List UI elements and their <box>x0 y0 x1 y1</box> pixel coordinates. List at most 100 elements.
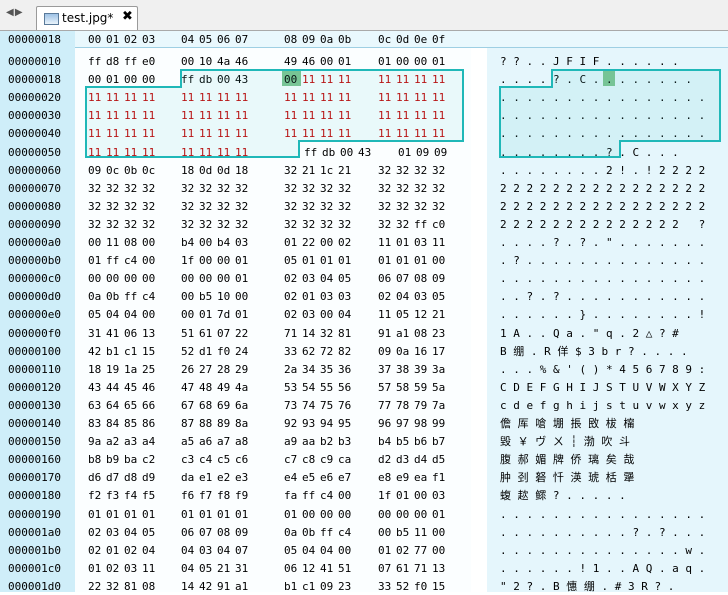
hex-byte[interactable]: f3 <box>106 488 119 504</box>
hex-byte[interactable]: 11 <box>181 90 194 106</box>
hex-byte[interactable]: aa <box>302 434 315 450</box>
hex-byte[interactable]: 32 <box>124 217 137 233</box>
hex-byte[interactable]: 1a <box>124 362 137 378</box>
hex-byte[interactable]: 32 <box>124 181 137 197</box>
hex-byte[interactable]: 32 <box>378 181 391 197</box>
hex-byte[interactable]: 32 <box>338 217 351 233</box>
hex-byte[interactable]: f0 <box>414 579 427 595</box>
hex-byte[interactable]: 21 <box>217 561 230 577</box>
hex-byte[interactable]: 11 <box>378 126 391 142</box>
hex-byte[interactable]: 32 <box>106 217 119 233</box>
hex-byte[interactable]: 22 <box>88 579 101 595</box>
hex-byte[interactable]: e3 <box>235 470 248 486</box>
hex-byte[interactable]: 01 <box>378 253 391 269</box>
hex-byte[interactable]: b5 <box>396 434 409 450</box>
hex-byte[interactable]: c9 <box>320 452 333 468</box>
hex-byte[interactable]: 32 <box>378 217 391 233</box>
hex-byte[interactable]: 01 <box>106 543 119 559</box>
hex-byte[interactable]: 73 <box>284 398 297 414</box>
hex-byte[interactable]: 01 <box>88 253 101 269</box>
hex-byte[interactable]: 11 <box>432 126 445 142</box>
hex-byte[interactable]: 11 <box>432 90 445 106</box>
hex-byte[interactable]: 91 <box>217 579 230 595</box>
hex-byte[interactable]: 11 <box>106 90 119 106</box>
hex-byte[interactable]: 96 <box>378 416 391 432</box>
hex-byte[interactable]: c3 <box>181 452 194 468</box>
hex-byte[interactable]: 41 <box>106 326 119 342</box>
hex-byte[interactable]: ff <box>106 253 119 269</box>
hex-byte[interactable]: 08 <box>142 579 155 595</box>
hex-byte[interactable]: 05 <box>284 543 297 559</box>
hex-byte[interactable]: 04 <box>181 543 194 559</box>
hex-byte[interactable]: ff <box>304 145 317 161</box>
hex-byte[interactable]: 32 <box>432 181 445 197</box>
hex-byte[interactable]: d9 <box>142 470 155 486</box>
hex-byte[interactable]: 00 <box>217 72 230 88</box>
hex-byte[interactable]: 04 <box>124 307 137 323</box>
hex-byte[interactable]: 32 <box>432 163 445 179</box>
hex-byte[interactable]: 03 <box>235 235 248 251</box>
hex-byte[interactable]: 09 <box>235 525 248 541</box>
hex-byte[interactable]: 32 <box>199 217 212 233</box>
hex-byte[interactable]: 11 <box>284 108 297 124</box>
hex-byte[interactable]: 04 <box>217 543 230 559</box>
hex-byte[interactable]: 55 <box>320 380 333 396</box>
hex-byte[interactable]: 00 <box>302 507 315 523</box>
hex-byte[interactable]: 12 <box>302 561 315 577</box>
hex-byte[interactable]: 0c <box>142 163 155 179</box>
hex-byte[interactable]: 12 <box>414 307 427 323</box>
ascii-row[interactable]: . . . . . . . . . . . . . . . . <box>500 108 705 124</box>
hex-byte[interactable]: b2 <box>320 434 333 450</box>
hex-byte[interactable]: 11 <box>235 126 248 142</box>
hex-byte[interactable]: 11 <box>142 90 155 106</box>
hex-byte[interactable]: 8a <box>235 416 248 432</box>
hex-byte[interactable]: da <box>181 470 194 486</box>
hex-byte[interactable]: 71 <box>284 326 297 342</box>
hex-byte[interactable]: 05 <box>432 289 445 305</box>
hex-byte[interactable]: 32 <box>88 199 101 215</box>
hex-byte[interactable]: 32 <box>88 217 101 233</box>
hex-byte[interactable]: 06 <box>284 561 297 577</box>
hex-byte[interactable]: 1f <box>181 253 194 269</box>
hex-byte[interactable]: 11 <box>320 126 333 142</box>
hex-byte[interactable]: 10 <box>217 289 230 305</box>
hex-byte[interactable]: a1 <box>396 326 409 342</box>
hex-byte[interactable]: 01 <box>235 271 248 287</box>
hex-byte[interactable]: 5a <box>432 380 445 396</box>
hex-byte[interactable]: 11 <box>432 235 445 251</box>
hex-byte[interactable]: 11 <box>284 126 297 142</box>
hex-byte[interactable]: 11 <box>124 108 137 124</box>
hex-byte[interactable]: a8 <box>235 434 248 450</box>
hex-byte[interactable]: 00 <box>320 507 333 523</box>
hex-byte[interactable]: 04 <box>320 271 333 287</box>
hex-byte[interactable]: 01 <box>235 253 248 269</box>
hex-byte[interactable]: b4 <box>378 434 391 450</box>
hex-byte[interactable]: 11 <box>217 126 230 142</box>
hex-byte[interactable]: 32 <box>199 181 212 197</box>
hex-byte[interactable]: c4 <box>124 253 137 269</box>
hex-byte[interactable]: 49 <box>284 54 297 70</box>
hex-byte[interactable]: 91 <box>378 326 391 342</box>
hex-byte[interactable]: 11 <box>302 90 315 106</box>
hex-byte[interactable]: c4 <box>320 488 333 504</box>
hex-byte[interactable]: 72 <box>320 344 333 360</box>
hex-byte[interactable]: 79 <box>414 398 427 414</box>
hex-byte[interactable]: 29 <box>235 362 248 378</box>
hex-byte[interactable]: 11 <box>432 108 445 124</box>
hex-byte[interactable]: 33 <box>378 579 391 595</box>
hex-byte[interactable]: 46 <box>142 380 155 396</box>
hex-byte[interactable]: 00 <box>106 271 119 287</box>
hex-byte[interactable]: 86 <box>142 416 155 432</box>
hex-byte[interactable]: 11 <box>142 561 155 577</box>
hex-byte[interactable]: 32 <box>378 199 391 215</box>
hex-byte[interactable]: 0a <box>88 289 101 305</box>
hex-byte[interactable]: a2 <box>106 434 119 450</box>
hex-byte[interactable]: 21 <box>302 163 315 179</box>
hex-byte[interactable]: 04 <box>106 307 119 323</box>
hex-byte[interactable]: 32 <box>284 181 297 197</box>
hex-byte[interactable]: 77 <box>414 543 427 559</box>
hex-byte[interactable]: 09 <box>416 145 429 161</box>
hex-byte[interactable]: f5 <box>142 488 155 504</box>
hex-byte[interactable]: f6 <box>181 488 194 504</box>
hex-byte[interactable]: 07 <box>235 543 248 559</box>
